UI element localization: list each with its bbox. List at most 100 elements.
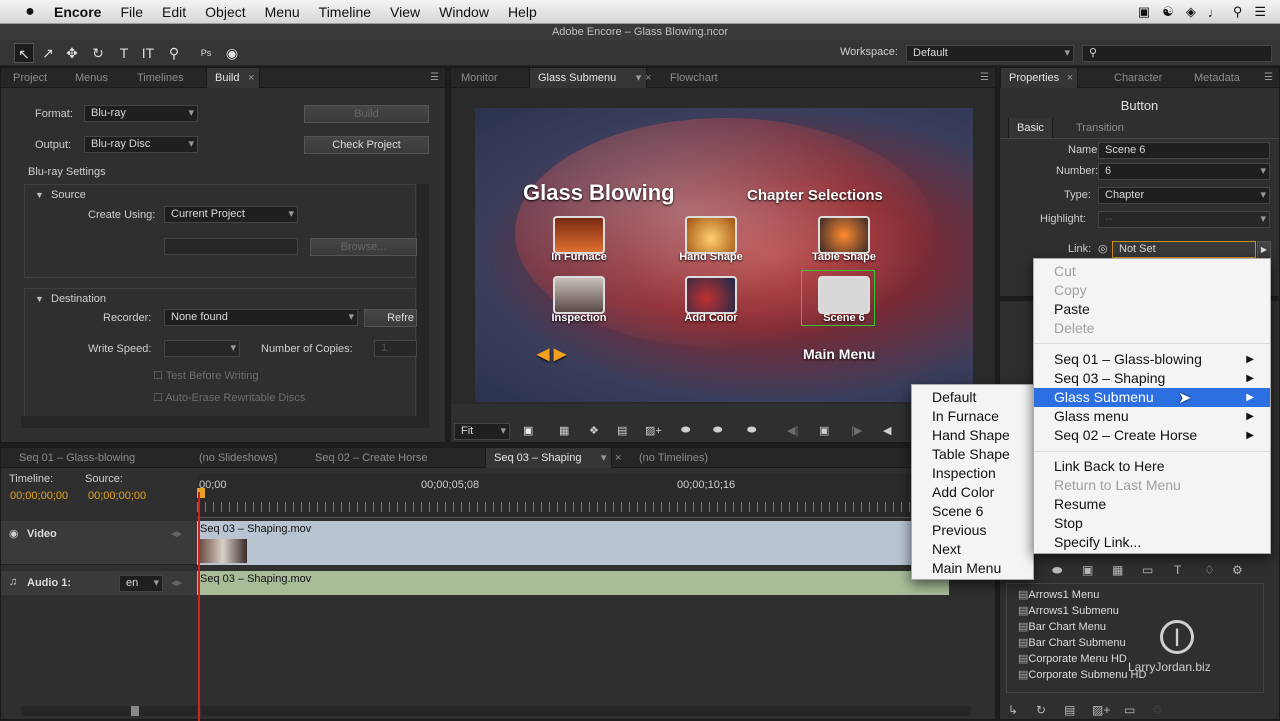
close-icon[interactable]: ×	[248, 68, 254, 88]
library-item[interactable]: Bar Chart Submenu	[1018, 636, 1125, 649]
write-speed-select[interactable]	[164, 340, 240, 357]
tab-seq-03[interactable]: Seq 03 – Shaping ▾	[485, 448, 613, 468]
spotlight-icon[interactable]: ⚲	[1233, 4, 1243, 20]
type-select[interactable]: Chapter	[1098, 187, 1270, 204]
menu-edit[interactable]: Edit	[162, 4, 186, 20]
tab-timelines[interactable]: Timelines	[129, 68, 192, 88]
copies-input[interactable]: 1	[374, 340, 417, 357]
settings-icon[interactable]: ⚙	[1232, 563, 1243, 577]
chevron-down-icon[interactable]: ▾	[636, 68, 642, 88]
tab-character[interactable]: Character	[1106, 68, 1170, 88]
build-button[interactable]: Build	[304, 105, 429, 123]
shape-icon[interactable]: ♢	[1204, 563, 1215, 577]
tab-build[interactable]: Build ×	[206, 68, 261, 88]
menu-timeline[interactable]: Timeline	[319, 4, 371, 20]
library-item[interactable]: Bar Chart Menu	[1018, 620, 1106, 633]
submenu-item[interactable]: Scene 6	[912, 502, 1033, 521]
preview-menu-icon[interactable]: ▣	[819, 424, 829, 437]
video-clip[interactable]: Seq 03 – Shaping.mov	[197, 521, 949, 565]
workspace-select[interactable]: Default	[906, 45, 1074, 62]
chevron-down-icon[interactable]: ▾	[601, 448, 607, 468]
audio-clip[interactable]: Seq 03 – Shaping.mov	[197, 571, 949, 595]
text-preset-icon[interactable]: T	[1174, 563, 1181, 577]
menu-item-seq-01[interactable]: Seq 01 – Glass-blowing ▶	[1034, 350, 1270, 369]
pattern-icon[interactable]: ▦	[1112, 563, 1123, 577]
highlight-select[interactable]: --	[1098, 211, 1270, 228]
source-timecode[interactable]: 00;00;00;00	[88, 490, 146, 502]
output-select[interactable]: Blu-ray Disc	[84, 136, 198, 153]
horizontal-scrollbar[interactable]	[21, 416, 429, 428]
submenu-item[interactable]: Default	[912, 388, 1033, 407]
menu-item-resume[interactable]: Resume	[1034, 495, 1270, 514]
submenu-item[interactable]: In Furnace	[912, 407, 1033, 426]
tab-metadata[interactable]: Metadata	[1186, 68, 1248, 88]
menu-item-delete[interactable]: Delete	[1034, 319, 1270, 338]
thumb-in-furnace[interactable]	[553, 216, 605, 254]
tab-glass-submenu[interactable]: Glass Submenu ▾	[529, 68, 648, 88]
menu-window[interactable]: Window	[439, 4, 489, 20]
image-preset-icon[interactable]: ▣	[1082, 563, 1093, 577]
preview-icon[interactable]: ◉	[222, 43, 242, 63]
thumb-table-shape[interactable]	[818, 216, 870, 254]
number-select[interactable]: 6	[1098, 163, 1270, 180]
time-ruler[interactable]: 00;00 00;00;05;08 00;00;10;16	[197, 474, 949, 518]
zoom-fit-select[interactable]: Fit	[454, 423, 510, 440]
state-selected-icon[interactable]: ⬬	[713, 424, 722, 437]
screen-record-icon[interactable]: ▣	[1138, 4, 1150, 20]
move-tool-icon[interactable]: ✥	[62, 43, 82, 63]
menu-item-return-last[interactable]: Return to Last Menu	[1034, 476, 1270, 495]
prev-next-arrows-icon[interactable]: ◀ ▶	[537, 344, 566, 364]
photoshop-icon[interactable]: Ps	[196, 43, 216, 63]
browse-button[interactable]: Browse...	[310, 238, 417, 256]
format-select[interactable]: Blu-ray	[84, 105, 198, 122]
tab-flowchart[interactable]: Flowchart	[662, 68, 726, 88]
library-item[interactable]: Corporate Menu HD	[1018, 652, 1126, 665]
menu-app-encore[interactable]: Encore	[54, 4, 101, 20]
apple-icon[interactable]: ●	[20, 3, 40, 21]
link-menu-arrow-icon[interactable]: ▶	[1257, 241, 1271, 259]
grid-icon[interactable]: ▦	[559, 424, 569, 437]
name-input[interactable]: Scene 6	[1098, 142, 1270, 159]
close-icon[interactable]: ×	[1067, 68, 1073, 88]
menu-object[interactable]: Object	[205, 4, 245, 20]
next-icon[interactable]: |▶	[851, 424, 862, 437]
close-tab-icon[interactable]: ×	[615, 448, 629, 468]
menu-item-copy[interactable]: Copy	[1034, 281, 1270, 300]
trash-icon[interactable]: ♲	[1152, 703, 1163, 717]
menu-view[interactable]: View	[390, 4, 420, 20]
thumb-inspection[interactable]	[553, 276, 605, 314]
tab-no-slideshows[interactable]: (no Slideshows)	[191, 448, 285, 468]
collapse-triangle-icon[interactable]: ▼	[35, 190, 44, 200]
new-item-icon[interactable]: ▨+	[1092, 703, 1110, 717]
tab-no-timelines[interactable]: (no Timelines)	[631, 448, 716, 468]
library-item[interactable]: Arrows1 Menu	[1018, 588, 1099, 601]
tab-monitor[interactable]: Monitor	[453, 68, 506, 88]
close-tab-icon[interactable]: ×	[645, 68, 659, 88]
previous-icon[interactable]: ◀|	[787, 424, 798, 437]
menu-item-paste[interactable]: Paste	[1034, 300, 1270, 319]
notification-center-icon[interactable]: ☰	[1254, 4, 1266, 20]
panel-menu-icon[interactable]: ☰	[980, 72, 989, 83]
menu-menu[interactable]: Menu	[265, 4, 300, 20]
menu-item-glass-submenu[interactable]: Glass Submenu ▶	[1034, 388, 1270, 407]
tab-project[interactable]: Project	[5, 68, 55, 88]
wifi-icon[interactable]: ◈	[1186, 4, 1196, 20]
submenu-item[interactable]: Main Menu	[912, 559, 1033, 578]
menu-item-cut[interactable]: Cut	[1034, 262, 1270, 281]
set-default-icon[interactable]: ▤	[1064, 703, 1075, 717]
collapse-triangle-icon[interactable]: ▼	[35, 294, 44, 304]
zoom-slider-thumb[interactable]	[131, 706, 139, 716]
source-path-field[interactable]	[164, 238, 298, 255]
button-routing-icon[interactable]: ❖	[589, 424, 599, 437]
subtab-transition[interactable]: Transition	[1068, 118, 1132, 138]
panel-menu-icon[interactable]: ☰	[430, 72, 439, 83]
submenu-item[interactable]: Inspection	[912, 464, 1033, 483]
recorder-select[interactable]: None found	[164, 309, 358, 326]
timeline-scrollbar[interactable]	[201, 706, 971, 716]
submenu-item[interactable]: Hand Shape	[912, 426, 1033, 445]
panel-menu-icon[interactable]: ☰	[1264, 72, 1273, 83]
create-using-select[interactable]: Current Project	[164, 206, 298, 223]
direct-select-tool-icon[interactable]: ↗	[38, 43, 58, 63]
vertical-scrollbar[interactable]	[417, 184, 429, 416]
library-item[interactable]: Arrows1 Submenu	[1018, 604, 1119, 617]
